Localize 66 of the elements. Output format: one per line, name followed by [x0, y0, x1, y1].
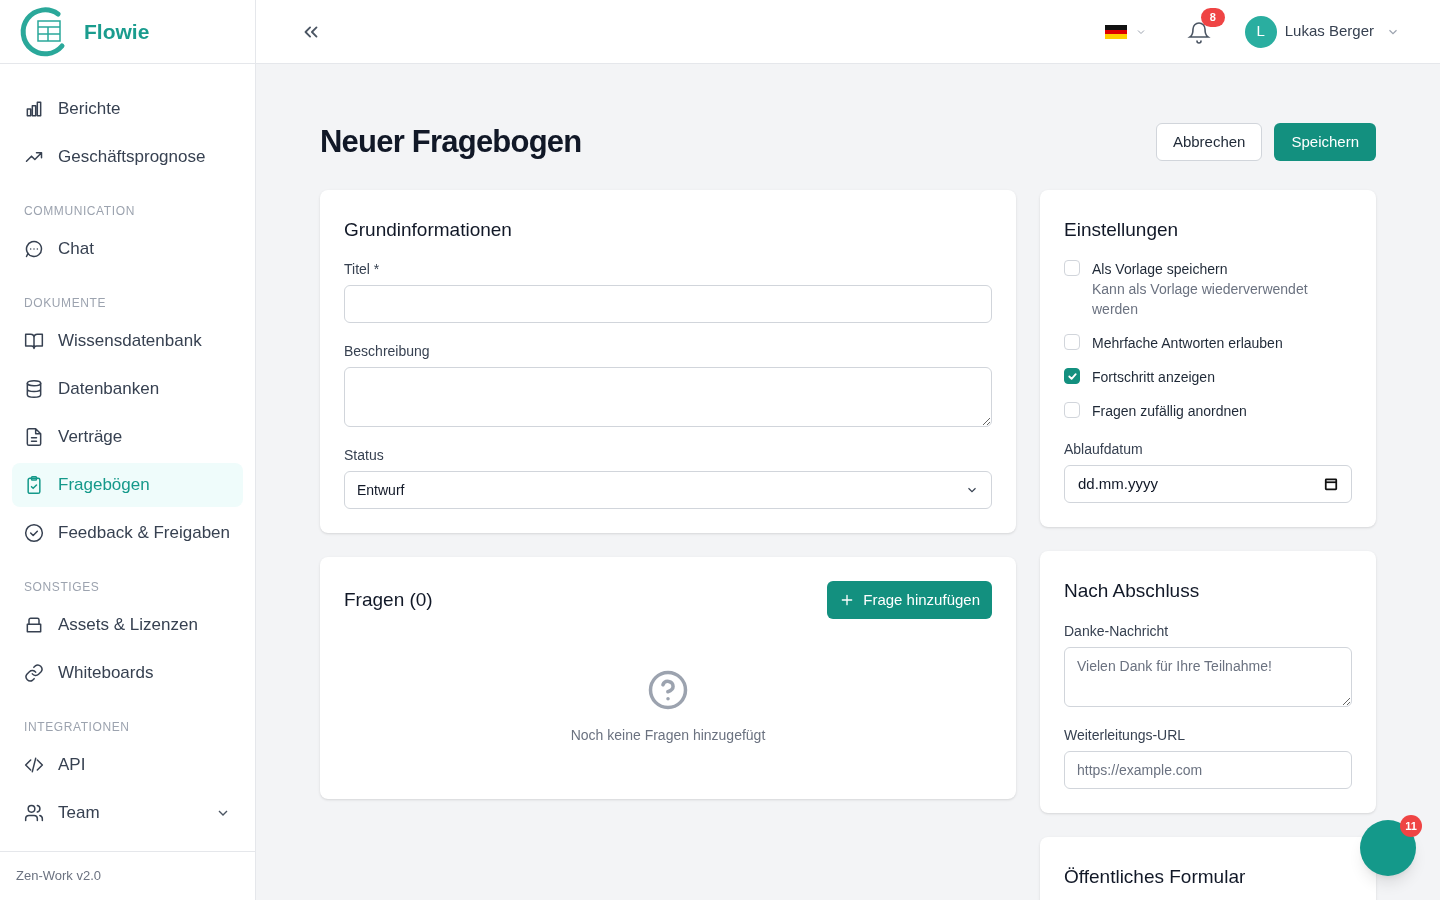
- chat-icon: [24, 239, 44, 259]
- sidebar-item[interactable]: Datenbanken: [12, 367, 243, 411]
- sidebar-item[interactable]: Chat: [12, 227, 243, 271]
- notification-badge: 8: [1200, 7, 1225, 27]
- field-label: Status: [344, 446, 385, 465]
- card-title: Einstellungen: [1064, 217, 1180, 242]
- clipboard-icon: [24, 475, 44, 495]
- avatar: L: [1244, 15, 1277, 48]
- bar-chart-icon: [24, 99, 44, 119]
- field-label: Beschreibung: [344, 342, 431, 361]
- save-button[interactable]: Speichern: [1274, 123, 1376, 162]
- sidebar-item[interactable]: Team: [12, 791, 243, 835]
- field-label: Ablaufdatum: [1064, 440, 1144, 459]
- card-title: Öffentliches Formular: [1064, 864, 1247, 889]
- link-icon: [24, 663, 44, 683]
- calendar-icon: [1324, 477, 1338, 491]
- card-title: Nach Abschluss: [1064, 579, 1201, 603]
- date-field[interactable]: dd.mm.yyyy: [1064, 465, 1352, 503]
- sidebar-item[interactable]: Berichte: [12, 87, 243, 131]
- option-description: Kann als Vorlage wiederverwendet werden: [1092, 280, 1309, 319]
- input-field[interactable]: https://example.com: [1064, 750, 1352, 789]
- empty-state-text: Noch keine Fragen hinzugefügt: [570, 726, 766, 745]
- users-icon: [24, 803, 44, 823]
- checkbox-label: Als Vorlage speichern: [1092, 260, 1229, 279]
- sidebar-item[interactable]: Assets & Lizenzen: [12, 603, 243, 647]
- book-icon: [24, 331, 44, 351]
- status-select[interactable]: Entwurf: [344, 471, 992, 509]
- sidebar-item[interactable]: Geschäftsprognose: [12, 135, 243, 179]
- bell-icon: [1186, 19, 1211, 44]
- version-label: Zen-Work v2.0: [16, 867, 101, 886]
- page-title: Neuer Fragebogen: [320, 123, 582, 161]
- checkbox-label: Mehrfache Antworten erlauben: [1092, 334, 1283, 353]
- field-label: Titel *: [344, 260, 381, 279]
- sidebar-item[interactable]: Feedback & Freigaben: [12, 511, 243, 555]
- text-area[interactable]: [344, 367, 992, 427]
- checkbox-label: Fortschritt anzeigen: [1092, 368, 1215, 387]
- check-circle-icon: [24, 523, 44, 543]
- sidebar-item[interactable]: Wissensdatenbank: [12, 319, 243, 363]
- field-label: Danke-Nachricht: [1064, 621, 1170, 641]
- code-icon: [24, 755, 44, 775]
- sidebar-item[interactable]: API: [12, 743, 243, 787]
- text-area[interactable]: Vielen Dank für Ihre Teilnahme!: [1064, 646, 1352, 707]
- brand-name: Flowie: [84, 18, 150, 45]
- question-icon: [647, 669, 689, 711]
- language-selector[interactable]: [1104, 24, 1147, 39]
- section-heading: SONSTIGES: [24, 580, 100, 594]
- check-icon: [1066, 370, 1078, 382]
- cancel-button[interactable]: Abbrechen: [1155, 123, 1263, 162]
- card-title: Grundinformationen: [344, 217, 513, 242]
- chat-badge: 11: [1400, 815, 1422, 837]
- sidebar-item[interactable]: Verträge: [12, 415, 243, 459]
- notification-button[interactable]: 8: [1182, 7, 1225, 48]
- user-menu[interactable]: L Lukas Berger: [1244, 15, 1400, 48]
- database-icon: [24, 379, 44, 399]
- section-heading: INTEGRATIONEN: [24, 720, 130, 734]
- box-icon: [24, 615, 44, 635]
- checkbox-label: Fragen zufällig anordnen: [1092, 402, 1247, 421]
- document-icon: [24, 427, 44, 447]
- section-heading: COMMUNICATION: [24, 204, 135, 218]
- section-heading: DOKUMENTE: [24, 296, 107, 310]
- card-title: Fragen (0): [344, 587, 433, 612]
- sidebar-item[interactable]: Whiteboards: [12, 651, 243, 695]
- checkbox[interactable]: [1064, 368, 1080, 384]
- field-label: Weiterleitungs-URL: [1064, 725, 1187, 745]
- input-field[interactable]: [344, 285, 992, 323]
- add-question-button[interactable]: Frage hinzufügen: [827, 581, 992, 619]
